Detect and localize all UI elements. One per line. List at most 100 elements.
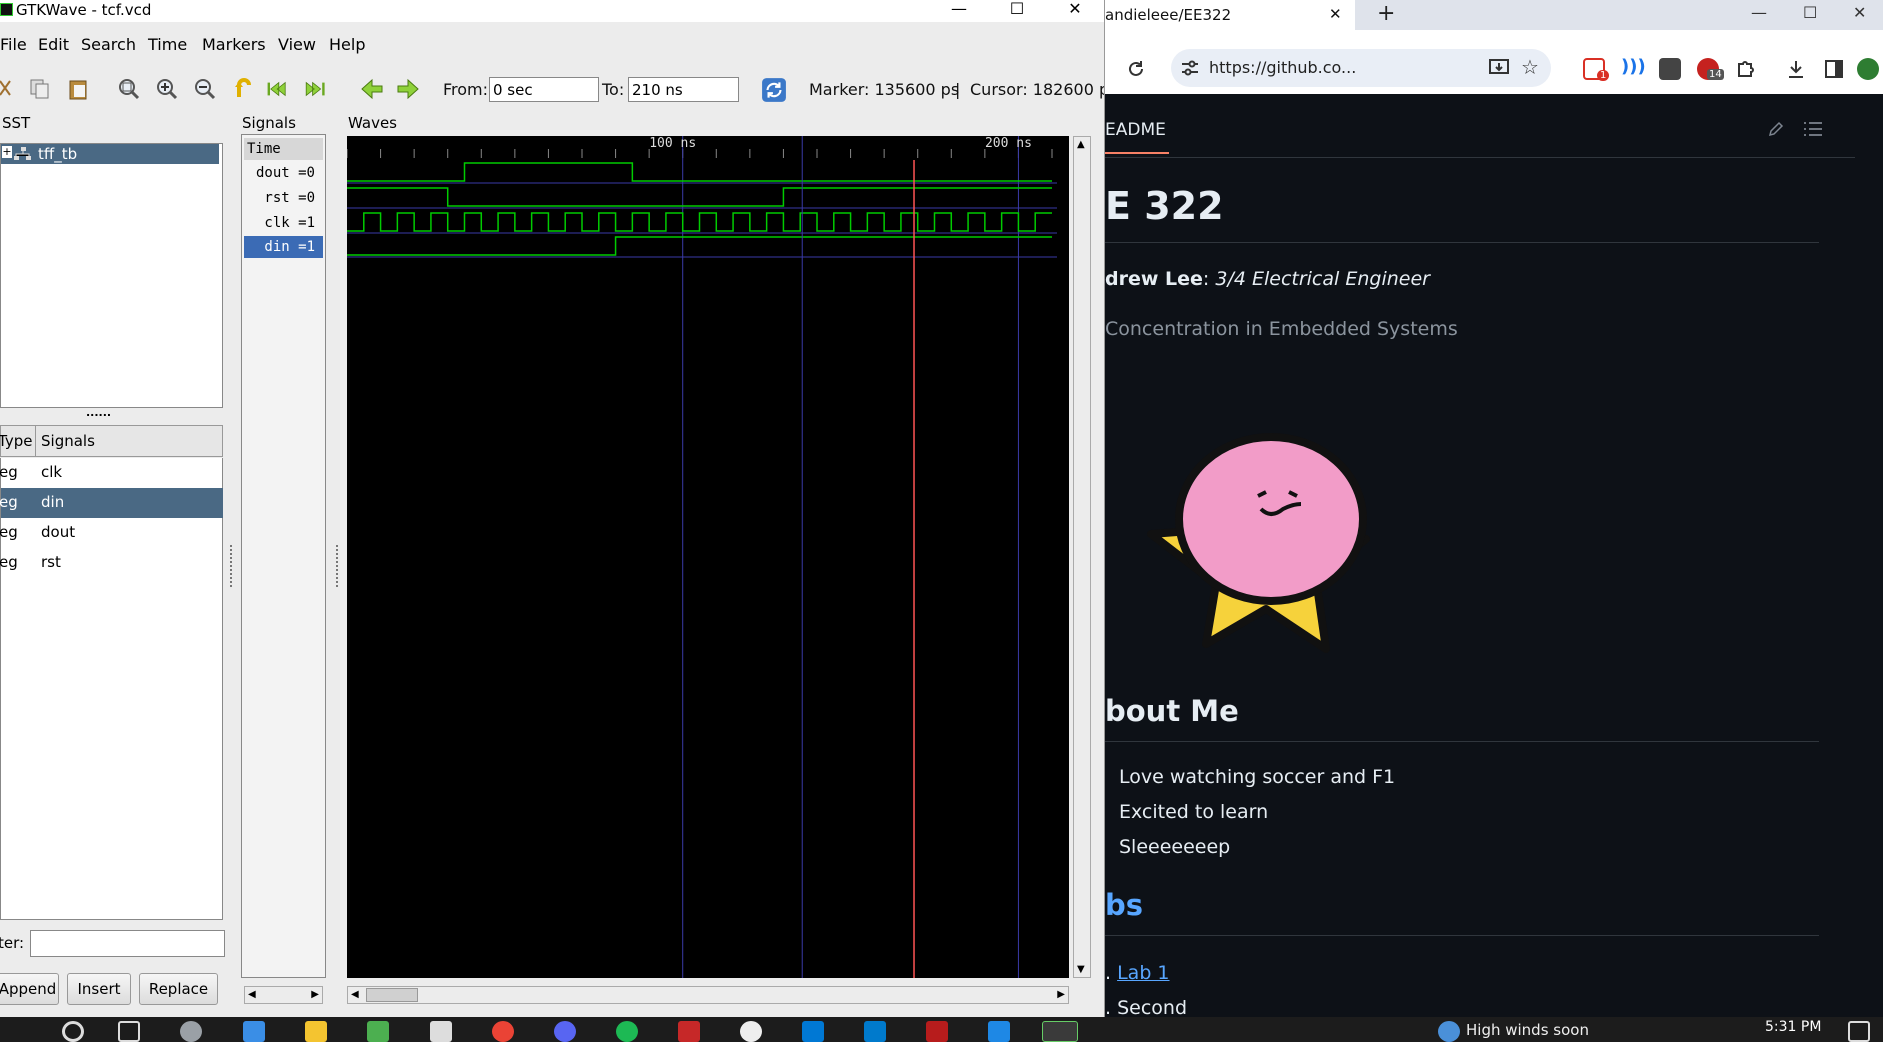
- outline-list-icon[interactable]: [1803, 120, 1823, 138]
- discord-icon[interactable]: [554, 1021, 576, 1042]
- clock[interactable]: 5:31 PM: [1765, 1019, 1821, 1035]
- install-app-icon[interactable]: [1489, 59, 1509, 77]
- pane-resize-handle[interactable]: [336, 545, 340, 587]
- address-bar[interactable]: https://github.co... ☆: [1171, 49, 1551, 87]
- app-icon[interactable]: [988, 1021, 1010, 1042]
- back-arrow-icon[interactable]: [360, 77, 384, 101]
- list-item-dout[interactable]: eg dout: [0, 518, 223, 548]
- waveform-plot[interactable]: 100 ns 200 ns: [346, 136, 1069, 978]
- minimize-button[interactable]: —: [934, 0, 984, 22]
- menu-view[interactable]: View: [278, 35, 316, 54]
- copy-icon[interactable]: [28, 77, 52, 101]
- append-button[interactable]: Append: [0, 973, 59, 1005]
- menu-markers[interactable]: Markers: [202, 35, 266, 54]
- waves-hscrollbar[interactable]: ◀ ▶: [347, 986, 1069, 1004]
- list-item-din[interactable]: eg din: [0, 488, 223, 518]
- copilot-icon[interactable]: [180, 1021, 202, 1042]
- weather-text[interactable]: High winds soon: [1466, 1021, 1589, 1039]
- search-icon[interactable]: [62, 1021, 84, 1042]
- col-type-header[interactable]: Type: [0, 432, 32, 450]
- browser-minimize-button[interactable]: —: [1751, 3, 1767, 22]
- close-button[interactable]: ✕: [1050, 0, 1100, 22]
- maximize-button[interactable]: ☐: [992, 0, 1042, 22]
- sst-tree: + tff_tb: [0, 143, 223, 408]
- undo-zoom-icon[interactable]: [231, 77, 255, 101]
- menu-search[interactable]: Search: [81, 35, 136, 54]
- extensions-puzzle-icon[interactable]: [1735, 58, 1757, 80]
- forward-arrow-icon[interactable]: [396, 77, 420, 101]
- scroll-up-icon[interactable]: ▲: [1077, 139, 1085, 150]
- outlook-icon[interactable]: [802, 1021, 824, 1042]
- new-tab-button[interactable]: +: [1377, 1, 1395, 26]
- scroll-down-icon[interactable]: ▼: [1077, 964, 1085, 975]
- scroll-left-icon[interactable]: ◀: [248, 989, 256, 1000]
- paste-icon[interactable]: [66, 77, 90, 101]
- downloads-icon[interactable]: [1785, 58, 1807, 80]
- zoom-fit-icon[interactable]: [117, 77, 141, 101]
- readme-tab[interactable]: EADME: [1105, 120, 1166, 140]
- menu-help[interactable]: Help: [329, 35, 365, 54]
- bookmark-star-icon[interactable]: ☆: [1521, 55, 1539, 79]
- scroll-right-icon[interactable]: ▶: [1057, 989, 1065, 1000]
- scroll-thumb[interactable]: [366, 988, 418, 1002]
- waves-vscrollbar[interactable]: ▲ ▼: [1073, 136, 1091, 978]
- cut-icon[interactable]: [0, 77, 18, 101]
- expand-icon[interactable]: +: [2, 146, 12, 158]
- reload-icon[interactable]: [1125, 58, 1147, 80]
- scroll-left-icon[interactable]: ◀: [351, 989, 359, 1000]
- notifications-icon[interactable]: [1848, 1021, 1870, 1042]
- task-view-icon[interactable]: [118, 1021, 140, 1042]
- pane-resize-handle[interactable]: [230, 545, 234, 587]
- gtkwave-taskbar-icon[interactable]: [1042, 1021, 1078, 1042]
- insert-button[interactable]: Insert: [67, 973, 131, 1005]
- signal-din[interactable]: din =1: [244, 236, 323, 258]
- app-icon[interactable]: [740, 1021, 762, 1042]
- app-icon[interactable]: [243, 1021, 265, 1042]
- notepad-icon[interactable]: [430, 1021, 452, 1042]
- tree-item-tff-tb[interactable]: + tff_tb: [1, 144, 219, 164]
- file-explorer-icon[interactable]: [305, 1021, 327, 1042]
- menu-edit[interactable]: Edit: [38, 35, 69, 54]
- password-extension-icon[interactable]: [1659, 58, 1681, 80]
- site-info-icon[interactable]: [1181, 60, 1199, 76]
- signal-dout[interactable]: dout =0: [244, 162, 323, 184]
- chrome-icon[interactable]: [492, 1021, 514, 1042]
- go-to-end-icon[interactable]: [303, 77, 327, 101]
- filter-input[interactable]: [30, 930, 225, 957]
- tab-close-icon[interactable]: ✕: [1329, 5, 1342, 23]
- edit-pencil-icon[interactable]: [1767, 120, 1785, 138]
- waves-canvas[interactable]: 100 ns 200 ns: [346, 136, 1069, 978]
- signal-rst[interactable]: rst =0: [244, 187, 323, 209]
- spotify-icon[interactable]: [616, 1021, 638, 1042]
- signals-hscrollbar[interactable]: ◀ ▶: [244, 986, 323, 1004]
- vscode-icon[interactable]: [864, 1021, 886, 1042]
- profile-avatar[interactable]: [1857, 58, 1879, 80]
- lab-1-link[interactable]: Lab 1: [1117, 962, 1169, 984]
- col-signals-header[interactable]: Signals: [41, 432, 95, 450]
- scroll-right-icon[interactable]: ▶: [311, 989, 319, 1000]
- list-item-clk[interactable]: eg clk: [0, 458, 223, 488]
- weather-icon[interactable]: [1438, 1021, 1460, 1042]
- replace-button[interactable]: Replace: [139, 973, 218, 1005]
- gmail-extension-icon[interactable]: 1: [1583, 58, 1610, 81]
- from-field[interactable]: [489, 77, 599, 102]
- ublock-extension-icon[interactable]: 14: [1697, 58, 1724, 80]
- list-item-rst[interactable]: eg rst: [0, 548, 223, 578]
- reload-icon[interactable]: [761, 77, 787, 103]
- browser-close-button[interactable]: ✕: [1853, 3, 1866, 22]
- signal-clk[interactable]: clk =1: [244, 212, 323, 234]
- zoom-out-icon[interactable]: [193, 77, 217, 101]
- zoom-in-icon[interactable]: [155, 77, 179, 101]
- menu-time[interactable]: Time: [148, 35, 187, 54]
- read-aloud-extension-icon[interactable]: ))): [1621, 56, 1646, 77]
- pane-grip[interactable]: ......: [86, 406, 111, 419]
- app-icon[interactable]: [678, 1021, 700, 1042]
- menu-file[interactable]: File: [0, 35, 27, 54]
- app-icon[interactable]: [926, 1021, 948, 1042]
- to-field[interactable]: [628, 77, 739, 102]
- nvidia-icon[interactable]: [367, 1021, 389, 1042]
- browser-maximize-button[interactable]: ☐: [1803, 3, 1817, 22]
- tab-github[interactable]: andieleee/EE322 ✕: [1105, 0, 1355, 30]
- side-panel-icon[interactable]: [1823, 58, 1845, 80]
- go-to-start-icon[interactable]: [266, 77, 290, 101]
